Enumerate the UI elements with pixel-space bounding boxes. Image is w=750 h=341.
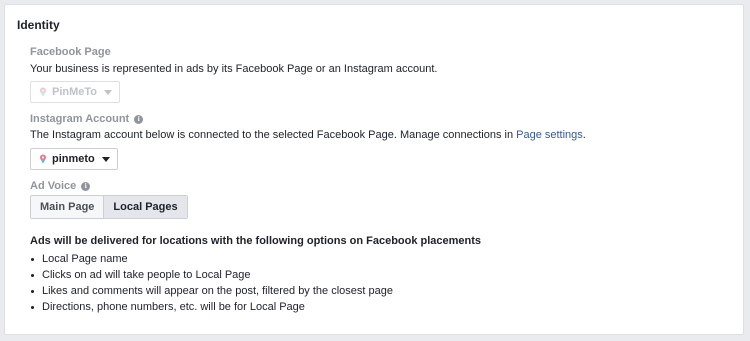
instagram-account-select[interactable]: pinmeto <box>30 148 118 170</box>
instagram-description-suffix: . <box>582 129 586 141</box>
main-page-option[interactable]: Main Page <box>31 196 104 218</box>
instagram-account-label-text: Instagram Account <box>30 113 130 125</box>
chevron-down-icon <box>104 89 113 95</box>
facebook-page-select[interactable]: PinMeTo <box>30 81 121 103</box>
instagram-account-description: The Instagram account below is connected… <box>30 129 586 141</box>
info-icon[interactable]: i <box>81 181 91 191</box>
delivery-heading: Ads will be delivered for locations with… <box>30 235 482 247</box>
info-icon[interactable]: i <box>134 114 144 124</box>
list-item: Clicks on ad will take people to Local P… <box>30 267 393 283</box>
instagram-account-label: Instagram Account i <box>30 113 144 125</box>
facebook-page-label: Facebook Page <box>30 46 111 58</box>
ad-voice-label: Ad Voice i <box>30 180 91 192</box>
list-item: Likes and comments will appear on the po… <box>30 283 393 299</box>
page-settings-link[interactable]: Page settings <box>516 129 583 141</box>
pin-icon <box>40 87 46 97</box>
instagram-account-select-value: pinmeto <box>52 153 95 165</box>
identity-card: Identity Facebook Page Your business is … <box>4 4 744 335</box>
ad-voice-label-text: Ad Voice <box>30 180 77 192</box>
list-item: Local Page name <box>30 251 393 267</box>
section-title: Identity <box>17 18 60 32</box>
facebook-page-description: Your business is represented in ads by i… <box>30 63 438 75</box>
facebook-page-label-text: Facebook Page <box>30 46 111 58</box>
local-pages-option[interactable]: Local Pages <box>103 196 187 218</box>
chevron-down-icon <box>101 156 110 162</box>
facebook-page-select-value: PinMeTo <box>52 86 98 98</box>
pin-icon <box>40 154 46 164</box>
list-item: Directions, phone numbers, etc. will be … <box>30 299 393 315</box>
delivery-bullets: Local Page name Clicks on ad will take p… <box>30 251 393 315</box>
instagram-description-text: The Instagram account below is connected… <box>30 129 517 141</box>
ad-voice-segmented-control: Main Page Local Pages <box>30 195 188 219</box>
